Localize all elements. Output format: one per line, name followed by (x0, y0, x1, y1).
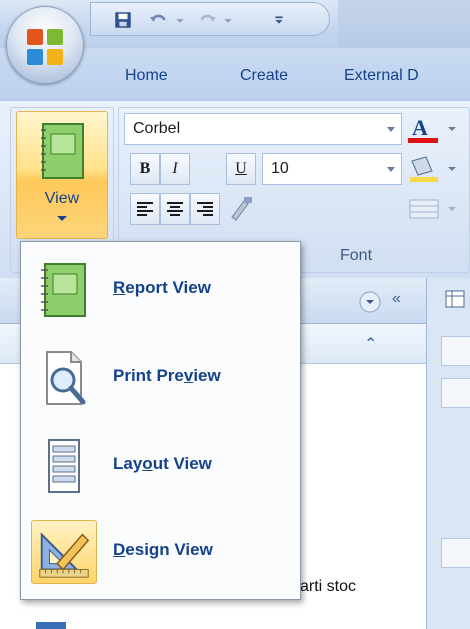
gridlines-button[interactable] (404, 193, 464, 225)
document-row (441, 378, 470, 408)
chevron-down-icon (387, 167, 395, 172)
svg-text:A: A (412, 115, 428, 140)
view-button-label: View (44, 190, 80, 207)
font-name-value: Corbel (133, 120, 181, 137)
tab-home[interactable]: Home (125, 67, 168, 85)
report-view-icon (41, 263, 86, 317)
fill-color-icon (410, 156, 456, 182)
menu-item-layout-view[interactable]: Layout View (25, 426, 297, 506)
report-object-icon (36, 622, 66, 629)
save-icon[interactable] (113, 11, 133, 29)
redo-icon[interactable] (195, 11, 219, 29)
align-right-button[interactable] (190, 193, 220, 225)
align-left-icon (137, 202, 153, 216)
collapse-group-icon[interactable]: ⌃ (364, 334, 377, 354)
menu-item-report-view[interactable]: Report View (25, 250, 297, 330)
underline-button[interactable]: U (226, 153, 256, 185)
menu-item-label: Layout View (113, 454, 212, 473)
customize-qat-icon[interactable] (273, 11, 285, 29)
document-row (441, 336, 470, 366)
format-painter-icon (231, 197, 252, 221)
bold-button[interactable]: B (130, 153, 160, 185)
menu-item-label: Design View (113, 540, 213, 559)
office-button[interactable] (6, 6, 84, 84)
redo-dropdown-icon[interactable] (223, 11, 233, 29)
font-group-label: Font (340, 247, 373, 264)
shutter-bar-close-button[interactable]: « (392, 290, 401, 308)
gridlines-icon (409, 199, 456, 219)
undo-dropdown-icon[interactable] (175, 11, 185, 29)
menu-item-label: Report View (113, 278, 211, 297)
chevron-down-icon (57, 216, 67, 221)
menu-item-print-preview[interactable]: Print Preview (25, 338, 297, 418)
align-center-icon (167, 202, 183, 216)
report-view-icon (41, 123, 84, 179)
tab-create[interactable]: Create (240, 67, 288, 85)
design-view-icon (31, 520, 97, 584)
document-row (441, 538, 470, 568)
menu-item-design-view[interactable]: Design View (25, 512, 297, 592)
fill-color-button[interactable] (404, 153, 464, 185)
align-center-button[interactable] (160, 193, 190, 225)
undo-icon[interactable] (147, 11, 171, 29)
align-left-button[interactable] (130, 193, 160, 225)
nav-item-label[interactable]: arti stoc (300, 578, 356, 596)
chevron-down-icon (387, 127, 395, 132)
font-name-combo[interactable]: Corbel (124, 113, 402, 145)
layout-view-icon (48, 439, 80, 493)
tab-external-data[interactable]: External D (344, 67, 419, 85)
font-size-combo[interactable]: 10 (262, 153, 402, 185)
font-size-value: 10 (271, 160, 289, 177)
quick-access-toolbar (90, 2, 330, 36)
view-button[interactable]: View (16, 111, 108, 239)
document-area (426, 278, 470, 629)
font-color-icon: A (408, 115, 456, 143)
office-logo-icon (27, 29, 63, 65)
italic-button[interactable]: I (160, 153, 190, 185)
align-right-icon (197, 202, 213, 216)
title-bar-caption (338, 0, 470, 48)
menu-item-label: Print Preview (113, 366, 221, 385)
font-color-button[interactable]: A (404, 113, 464, 145)
view-menu: Report View Print Preview Layout View De… (20, 241, 301, 600)
print-preview-icon (46, 351, 86, 405)
format-painter-button[interactable] (226, 193, 256, 225)
table-icon (445, 290, 465, 308)
dropdown-circle-icon[interactable] (358, 290, 382, 314)
